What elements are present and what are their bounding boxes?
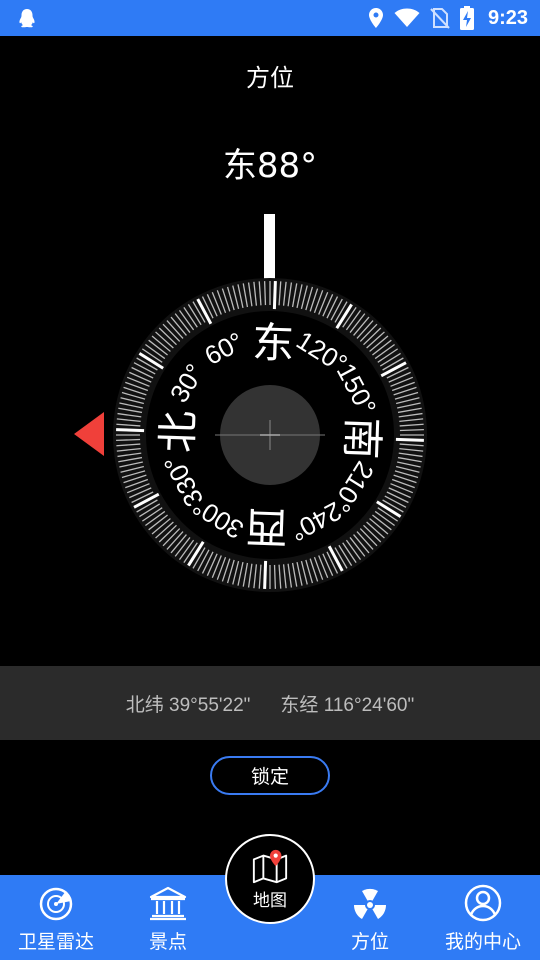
nav-label-profile: 我的中心 — [444, 931, 521, 953]
heading-readout: 东88° — [222, 146, 318, 186]
lock-button[interactable]: 锁定 — [210, 756, 330, 795]
minor-tick — [399, 428, 424, 432]
direction-triangle-icon — [74, 412, 104, 456]
battery-charging-icon — [459, 6, 474, 30]
radiation-icon — [353, 888, 387, 919]
status-time: 9:23 — [487, 6, 528, 29]
nav-item-radar[interactable]: 卫星雷达 — [6, 875, 106, 960]
minor-tick — [263, 281, 267, 306]
nav-item-direction[interactable]: 方位 — [330, 875, 410, 960]
no-sim-icon — [430, 8, 450, 29]
radar-icon — [39, 887, 73, 921]
cardinal-south: 南 — [337, 416, 387, 460]
major-tick — [395, 437, 424, 442]
location-band: 北纬 39°55'22" 东经 116°24'60" — [0, 666, 540, 740]
status-bar: 9:23 — [0, 0, 540, 36]
landmark-icon — [149, 886, 187, 921]
page-title: 方位 — [246, 64, 294, 92]
nav-label-radar: 卫星雷达 — [17, 931, 94, 953]
major-tick — [272, 281, 277, 310]
longitude-text: 东经 116°24'60" — [280, 694, 415, 716]
nav-label-attractions: 景点 — [148, 931, 187, 953]
minor-tick — [273, 564, 277, 589]
qq-penguin-icon — [19, 9, 35, 28]
nav-item-profile[interactable]: 我的中心 — [432, 875, 534, 960]
map-pin-icon — [252, 849, 288, 884]
status-icons: 9:23 — [368, 0, 528, 36]
nav-label-map: 地图 — [253, 891, 287, 911]
nav-label-direction: 方位 — [350, 931, 389, 953]
wifi-icon — [394, 8, 420, 27]
nav-item-attractions[interactable]: 景点 — [128, 875, 208, 960]
major-tick — [263, 560, 268, 589]
location-icon — [368, 8, 383, 28]
nav-item-map[interactable]: 地图 — [225, 834, 315, 924]
cardinal-east: 东 — [251, 318, 295, 368]
minor-tick — [116, 438, 141, 442]
major-tick — [116, 428, 145, 433]
cardinal-west: 西 — [245, 502, 289, 552]
latitude-text: 北纬 39°55'22" — [125, 694, 251, 716]
user-icon — [464, 884, 502, 922]
compass-dial[interactable]: 30°60° 120°150°210°240°300°330° 东 南 西 北 — [105, 270, 435, 600]
cardinal-north: 北 — [153, 410, 203, 454]
